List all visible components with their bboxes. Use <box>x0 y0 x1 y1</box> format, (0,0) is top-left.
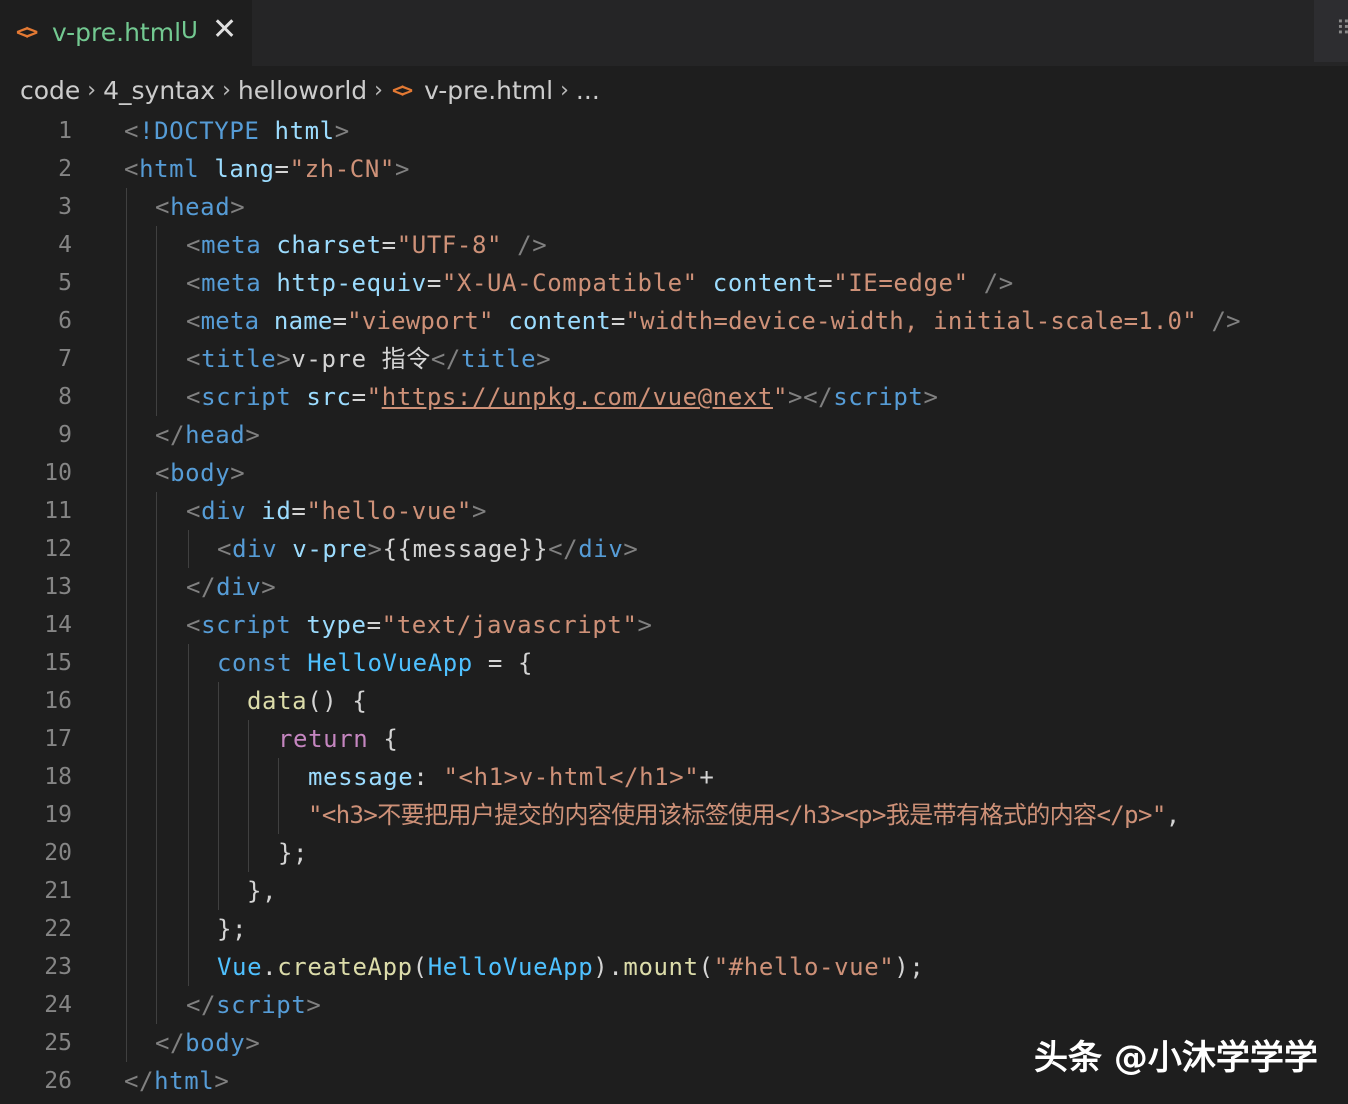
chevron-right-icon: › <box>222 77 231 103</box>
code-text: </script> <box>186 991 322 1019</box>
script-src-link[interactable]: https://unpkg.com/vue@next <box>382 383 773 411</box>
code-text: <script type="text/javascript"> <box>186 611 653 639</box>
code-text: "<h3>不要把用户提交的内容使用该标签使用</h3><p>我是带有格式的内容<… <box>308 801 1180 829</box>
code-text: Vue.createApp(HelloVueApp).mount("#hello… <box>217 953 925 981</box>
chevron-right-icon: › <box>560 77 569 103</box>
tab-bar: <> v-pre.html U ✕ ⠿ <box>0 0 1348 66</box>
line-number: 9 <box>58 422 72 448</box>
code-line: 17 return { <box>0 720 1348 758</box>
code-text: <div id="hello-vue"> <box>186 497 488 525</box>
line-number: 22 <box>44 916 72 942</box>
line-number: 13 <box>44 574 72 600</box>
code-text: <meta charset="UTF-8" /> <box>186 231 548 259</box>
breadcrumb: code › 4_syntax › helloworld › <> v-pre.html ›..… <box>20 74 600 110</box>
code-line: 6 <meta name="viewport" content="width=d… <box>0 302 1348 340</box>
code-text: <script src="https://unpkg.com/vue@next"… <box>186 383 939 411</box>
code-line: 24 </script> <box>0 986 1348 1024</box>
code-line: 23 Vue.createApp(HelloVueApp).mount("#he… <box>0 948 1348 986</box>
line-number: 2 <box>58 156 72 182</box>
breadcrumb-item-symbols[interactable]: ... <box>576 76 600 105</box>
code-text: </div> <box>186 573 277 601</box>
line-number: 7 <box>58 346 72 372</box>
code-line: 16 data() { <box>0 682 1348 720</box>
line-number: 14 <box>44 612 72 638</box>
tab-filename: v-pre.html <box>52 18 182 47</box>
code-line: 20 }; <box>0 834 1348 872</box>
line-number: 1 <box>58 118 72 144</box>
code-line: 10 <body> <box>0 454 1348 492</box>
line-number: 26 <box>44 1068 72 1094</box>
line-number: 11 <box>44 498 72 524</box>
code-text: </body> <box>155 1029 261 1057</box>
code-text: <!DOCTYPE html> <box>124 117 350 145</box>
code-text: <title>v-pre 指令</title> <box>186 345 552 373</box>
line-number: 3 <box>58 194 72 220</box>
code-text: message: "<h1>v-html</h1>"+ <box>308 763 715 791</box>
line-number: 25 <box>44 1030 72 1056</box>
code-line: 11 <div id="hello-vue"> <box>0 492 1348 530</box>
git-status-badge: U <box>181 18 198 44</box>
html-file-icon: <> <box>391 78 413 102</box>
line-number: 8 <box>58 384 72 410</box>
line-number: 23 <box>44 954 72 980</box>
code-text: }, <box>247 877 278 905</box>
code-text: data() { <box>247 687 368 715</box>
code-line: 13 </div> <box>0 568 1348 606</box>
code-line: 5 <meta http-equiv="X-UA-Compatible" con… <box>0 264 1348 302</box>
code-line: 15 const HelloVueApp = { <box>0 644 1348 682</box>
line-number: 16 <box>44 688 72 714</box>
watermark: 头条 @小沐学学学 <box>1034 1038 1318 1078</box>
line-number: 19 <box>44 802 72 828</box>
close-icon[interactable]: ✕ <box>212 15 237 45</box>
line-number: 10 <box>44 460 72 486</box>
breadcrumb-item-helloworld[interactable]: helloworld <box>238 76 367 105</box>
line-number: 15 <box>44 650 72 676</box>
code-line: 22 }; <box>0 910 1348 948</box>
code-editor[interactable]: 1 <!DOCTYPE html> 2 <html lang="zh-CN"> … <box>0 112 1348 1104</box>
code-text: <meta name="viewport" content="width=dev… <box>186 307 1241 335</box>
code-line: 12 <div v-pre>{{message}}</div> <box>0 530 1348 568</box>
line-number: 12 <box>44 536 72 562</box>
line-number: 21 <box>44 878 72 904</box>
more-actions-icon[interactable]: ⠿ <box>1336 16 1348 40</box>
code-line: 9 </head> <box>0 416 1348 454</box>
code-line: 3 <head> <box>0 188 1348 226</box>
code-text: </head> <box>155 421 261 449</box>
line-number: 20 <box>44 840 72 866</box>
code-text: return { <box>278 725 399 753</box>
html-file-icon: <> <box>16 20 38 44</box>
code-text: }; <box>278 839 309 867</box>
code-text: const HelloVueApp = { <box>217 649 534 677</box>
code-line: 1 <!DOCTYPE html> <box>0 112 1348 150</box>
code-text: <head> <box>155 193 246 221</box>
chevron-right-icon: › <box>374 77 383 103</box>
code-text: <html lang="zh-CN"> <box>124 155 410 183</box>
line-number: 18 <box>44 764 72 790</box>
breadcrumb-item-4-syntax[interactable]: 4_syntax <box>103 76 215 105</box>
code-line: 8 <script src="https://unpkg.com/vue@nex… <box>0 378 1348 416</box>
breadcrumb-item-file[interactable]: v-pre.html <box>424 76 553 105</box>
code-line: 7 <title>v-pre 指令</title> <box>0 340 1348 378</box>
code-line: 18 message: "<h1>v-html</h1>"+ <box>0 758 1348 796</box>
code-line: 19 "<h3>不要把用户提交的内容使用该标签使用</h3><p>我是带有格式的… <box>0 796 1348 834</box>
line-number: 17 <box>44 726 72 752</box>
line-number: 24 <box>44 992 72 1018</box>
editor-actions[interactable]: ⠿ <box>1314 0 1348 62</box>
code-text: }; <box>217 915 248 943</box>
editor-tab[interactable]: <> v-pre.html U ✕ <box>0 0 252 66</box>
line-number: 5 <box>58 270 72 296</box>
code-line: 21 }, <box>0 872 1348 910</box>
line-number: 4 <box>58 232 72 258</box>
chevron-right-icon: › <box>87 77 97 103</box>
code-text: </html> <box>124 1067 230 1095</box>
code-text: <meta http-equiv="X-UA-Compatible" conte… <box>186 269 1014 297</box>
code-text: <body> <box>155 459 246 487</box>
line-number: 6 <box>58 308 72 334</box>
code-line: 4 <meta charset="UTF-8" /> <box>0 226 1348 264</box>
code-text: <div v-pre>{{message}}</div> <box>217 535 639 563</box>
code-line: 14 <script type="text/javascript"> <box>0 606 1348 644</box>
code-line: 2 <html lang="zh-CN"> <box>0 150 1348 188</box>
breadcrumb-item-code[interactable]: code <box>20 76 80 105</box>
